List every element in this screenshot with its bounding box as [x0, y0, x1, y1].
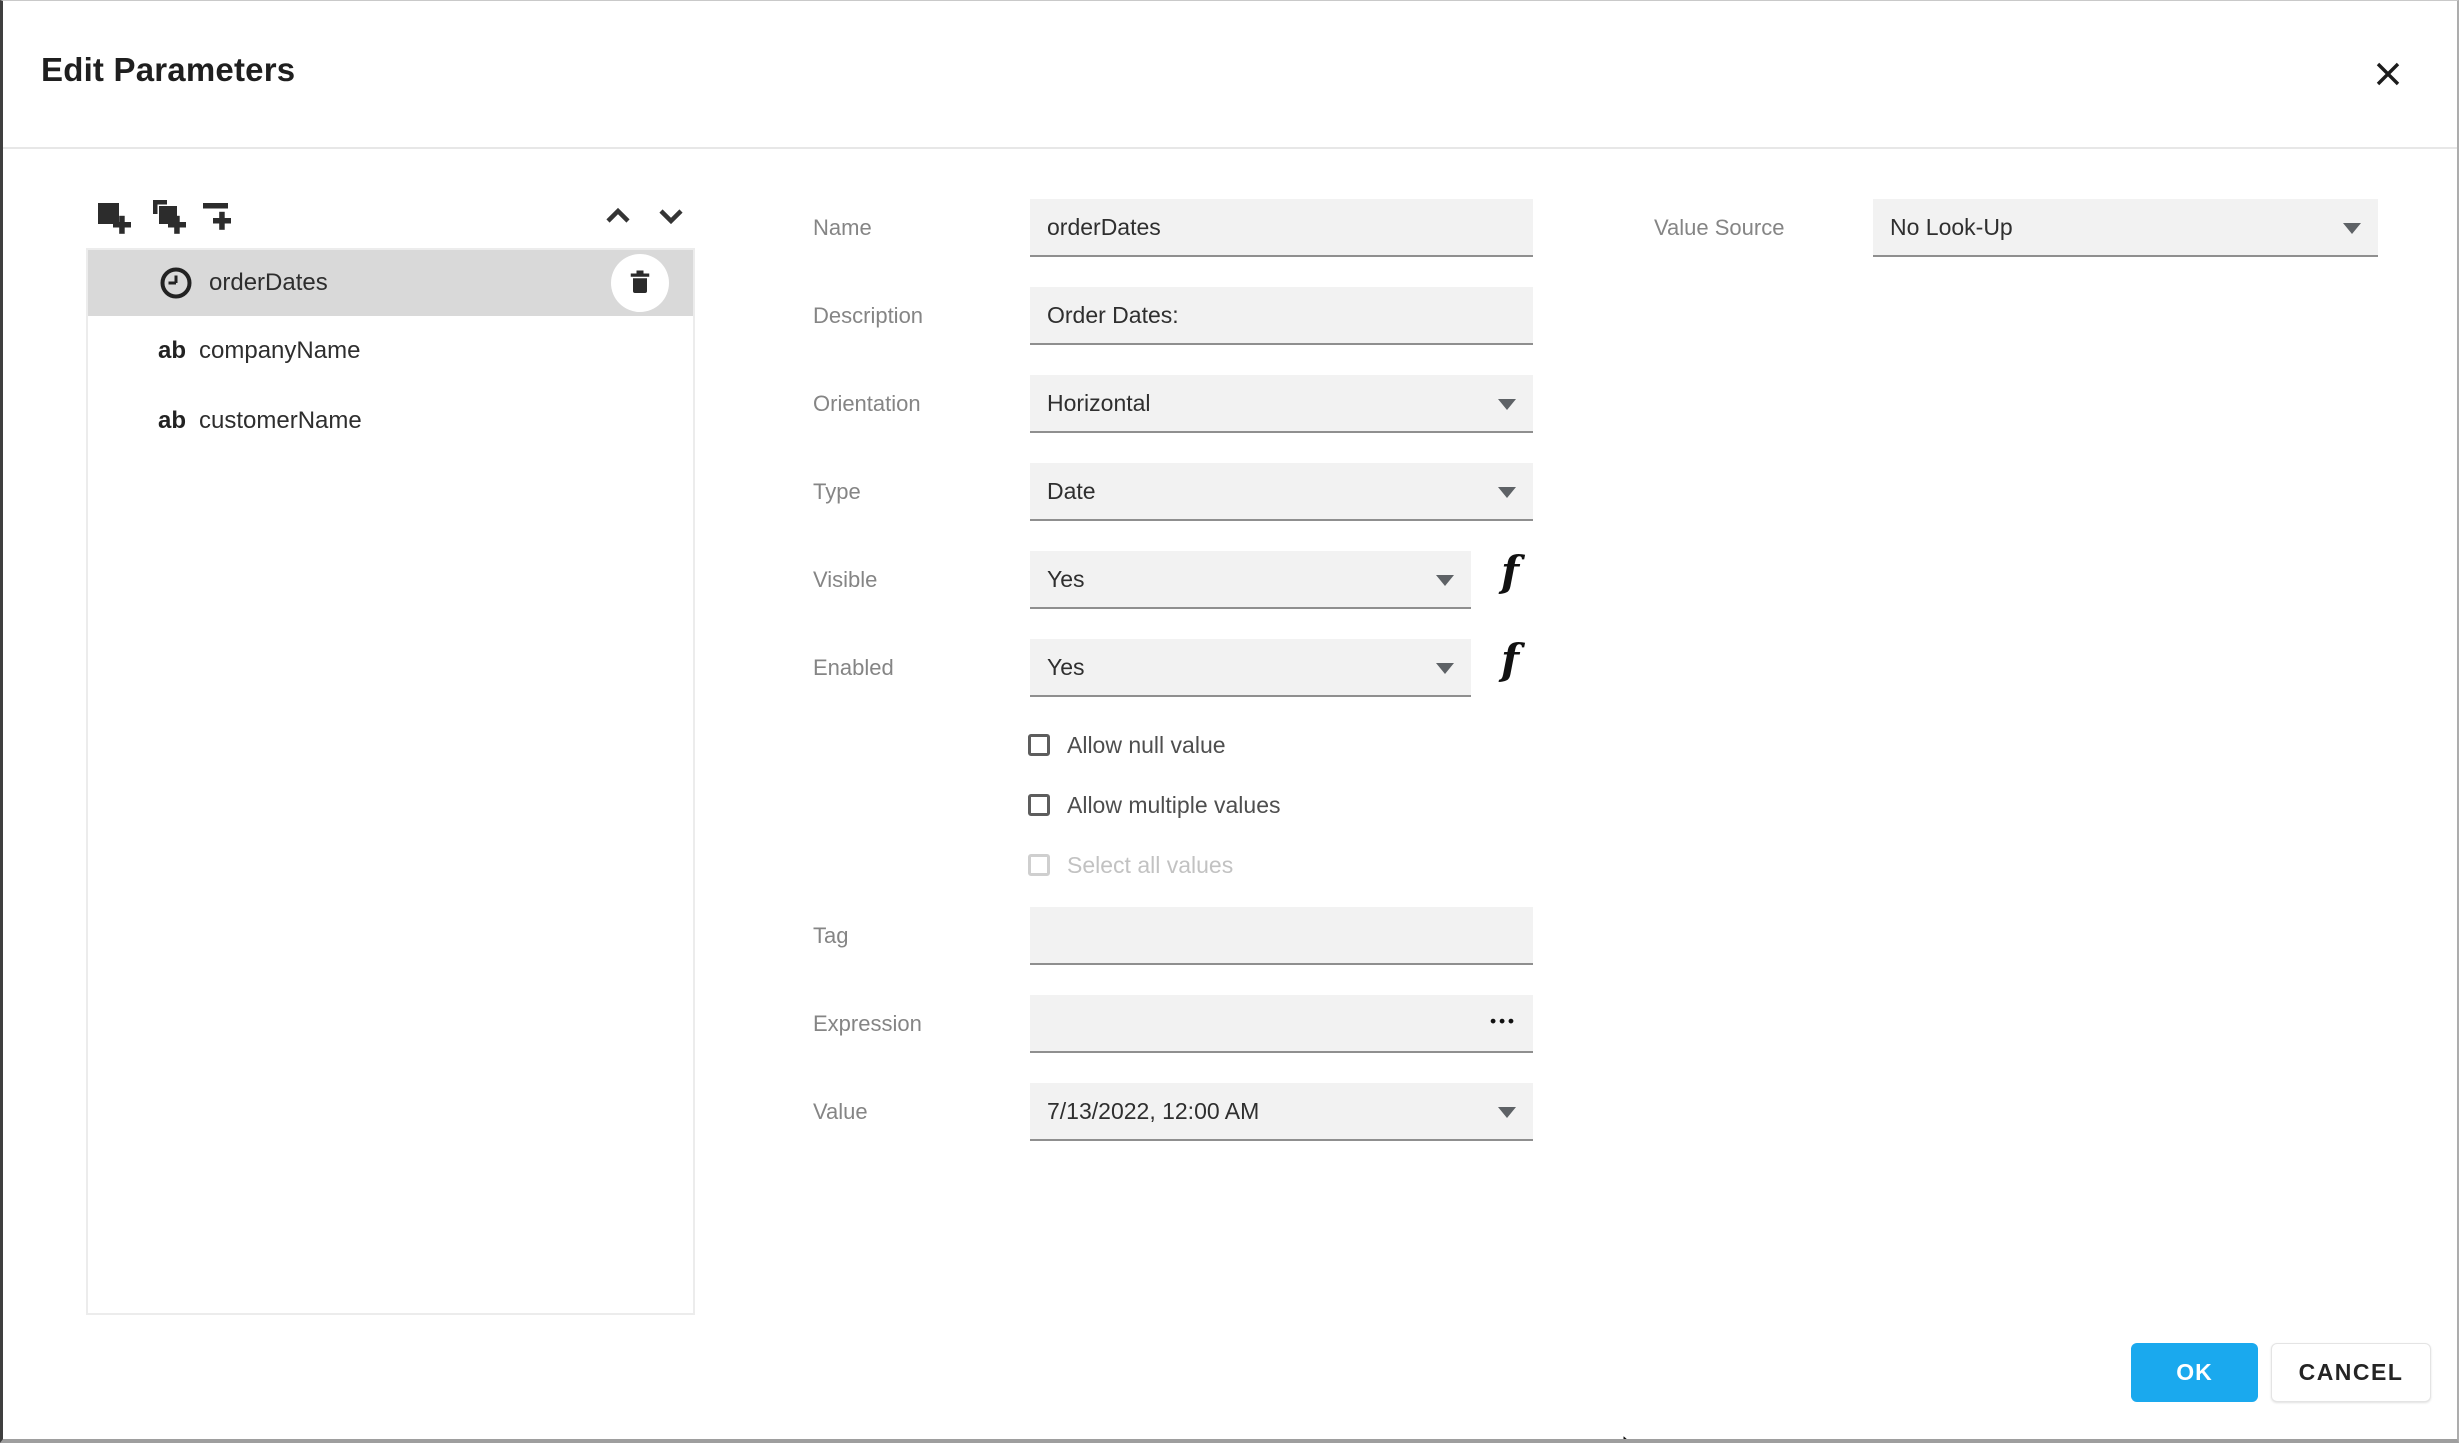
close-button[interactable]	[2367, 54, 2409, 96]
dropdown-caret-icon	[1498, 399, 1516, 410]
dropdown-caret-icon	[1436, 663, 1454, 674]
checkbox-label: Allow null value	[1067, 731, 1226, 758]
enabled-function-icon[interactable]: f	[1501, 635, 1519, 684]
enabled-select[interactable]: Yes	[1030, 639, 1471, 697]
value-label: Value	[813, 1099, 868, 1124]
dropdown-caret-icon	[1498, 487, 1516, 498]
value-source-value: No Look-Up	[1890, 213, 2013, 240]
tag-label: Tag	[813, 923, 849, 948]
checkbox-icon	[1028, 794, 1050, 816]
checkbox-label: Allow multiple values	[1067, 791, 1281, 818]
add-separator-icon	[197, 194, 241, 241]
allow-multiple-values-checkbox[interactable]: Allow multiple values	[1028, 787, 1280, 823]
type-value: Date	[1047, 477, 1096, 504]
type-select[interactable]: Date	[1030, 463, 1533, 521]
close-icon	[2371, 62, 2405, 94]
value-value: 7/13/2022, 12:00 AM	[1047, 1097, 1260, 1124]
parameter-label: companyName	[199, 337, 361, 364]
description-label: Description	[813, 303, 924, 328]
parameter-toolbar	[91, 191, 695, 243]
add-parameter-copy-icon	[144, 194, 188, 241]
description-input[interactable]	[1030, 287, 1533, 345]
type-label: Type	[813, 479, 861, 504]
select-all-values-checkbox: Select all values	[1028, 847, 1233, 883]
ok-button[interactable]: OK	[2131, 1343, 2258, 1402]
tag-input[interactable]	[1030, 907, 1533, 965]
orientation-label: Orientation	[813, 391, 921, 416]
add-parameter-button[interactable]	[91, 195, 135, 239]
checkbox-icon	[1028, 734, 1050, 756]
add-parameter-icon	[91, 194, 135, 241]
delete-parameter-button[interactable]	[611, 254, 669, 312]
add-separator-button[interactable]	[197, 195, 241, 239]
chevron-up-icon	[601, 205, 635, 230]
parameter-item-customername[interactable]: ab customerName	[88, 386, 693, 456]
enabled-value: Yes	[1047, 653, 1085, 680]
name-label: Name	[813, 215, 872, 240]
mouse-cursor-icon	[1621, 1433, 1639, 1439]
visible-function-icon[interactable]: f	[1501, 547, 1519, 596]
parameter-item-companyname[interactable]: ab companyName	[88, 316, 693, 386]
checkbox-icon	[1028, 854, 1050, 876]
trash-icon	[625, 267, 655, 300]
expression-field[interactable]: •••	[1030, 995, 1533, 1053]
add-parameter-copy-button[interactable]	[144, 195, 188, 239]
allow-null-value-checkbox[interactable]: Allow null value	[1028, 727, 1226, 763]
value-source-select[interactable]: No Look-Up	[1873, 199, 2378, 257]
checkbox-label: Select all values	[1067, 851, 1234, 878]
parameter-list: orderDates ab companyName ab customerNam…	[86, 248, 695, 1315]
orientation-value: Horizontal	[1047, 389, 1151, 416]
value-source-label: Value Source	[1654, 215, 1785, 240]
move-up-button[interactable]	[596, 195, 640, 239]
move-down-button[interactable]	[649, 195, 693, 239]
parameter-item-orderdates[interactable]: orderDates	[88, 250, 693, 316]
visible-select[interactable]: Yes	[1030, 551, 1471, 609]
dropdown-caret-icon	[1498, 1107, 1516, 1118]
ellipsis-icon[interactable]: •••	[1490, 1011, 1517, 1031]
dialog-body: orderDates ab companyName ab customerNam…	[3, 149, 2457, 1439]
name-input[interactable]	[1030, 199, 1533, 257]
expression-label: Expression	[813, 1011, 922, 1036]
dialog-header: Edit Parameters	[3, 1, 2457, 149]
enabled-label: Enabled	[813, 655, 894, 680]
dropdown-caret-icon	[1436, 575, 1454, 586]
text-parameter-icon: ab	[158, 407, 187, 434]
visible-value: Yes	[1047, 565, 1085, 592]
clock-icon	[158, 265, 194, 301]
visible-label: Visible	[813, 567, 878, 592]
chevron-down-icon	[654, 205, 688, 230]
dialog-title: Edit Parameters	[41, 51, 296, 88]
parameter-label: customerName	[199, 407, 362, 434]
edit-parameters-dialog: Edit Parameters orderDates ab companyNam…	[0, 0, 2459, 1443]
cancel-button[interactable]: CANCEL	[2271, 1343, 2431, 1402]
orientation-select[interactable]: Horizontal	[1030, 375, 1533, 433]
value-select[interactable]: 7/13/2022, 12:00 AM	[1030, 1083, 1533, 1141]
text-parameter-icon: ab	[158, 337, 187, 364]
parameter-label: orderDates	[209, 269, 328, 296]
dropdown-caret-icon	[2343, 223, 2361, 234]
